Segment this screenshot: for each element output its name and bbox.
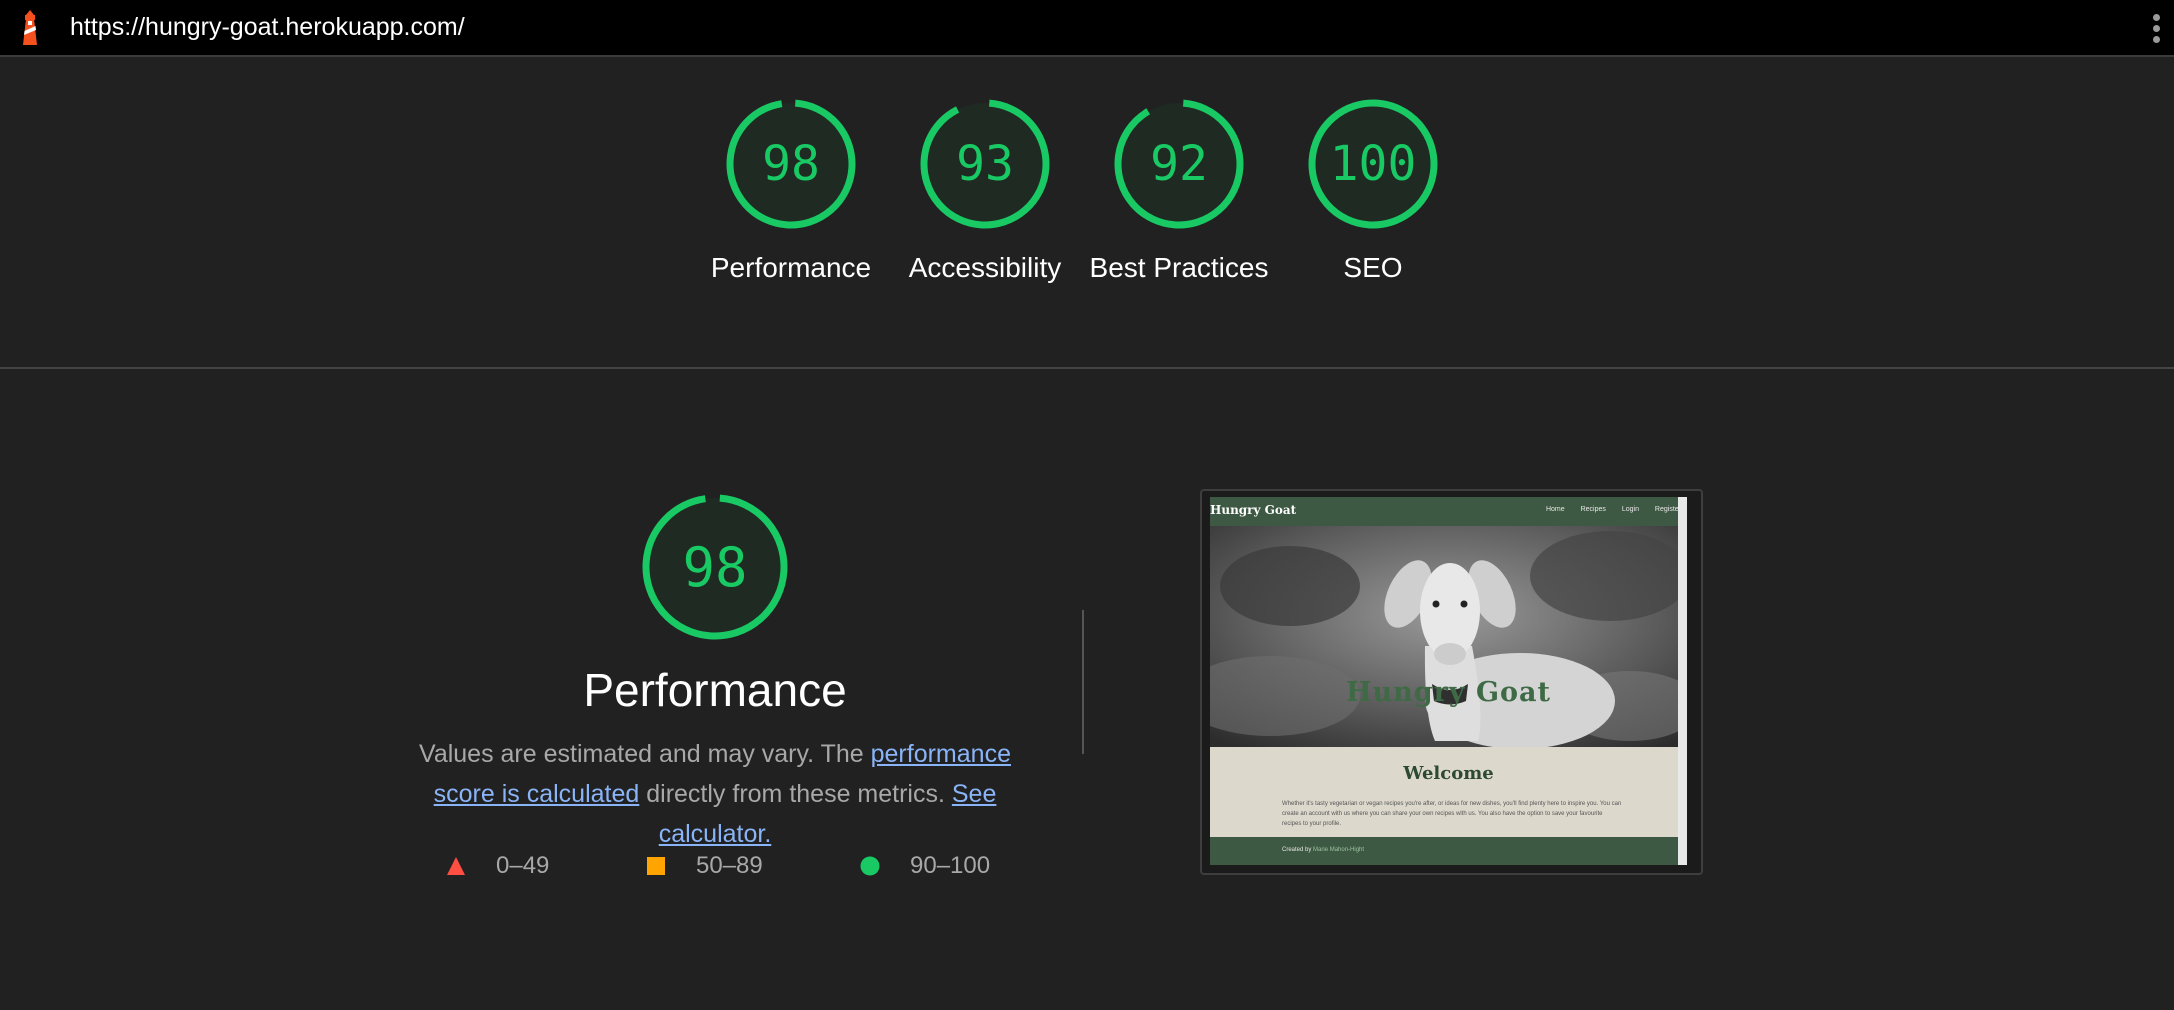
section-divider bbox=[0, 367, 2174, 369]
footer-author: Marie Mahon-Hight bbox=[1313, 847, 1365, 853]
gauge-best-practices-label: Best Practices bbox=[1089, 252, 1269, 283]
lighthouse-icon bbox=[23, 10, 37, 45]
performance-score-large: 98 bbox=[682, 536, 748, 599]
gauge-accessibility-score: 93 bbox=[956, 136, 1014, 192]
vertical-separator bbox=[1082, 610, 1084, 754]
circle-icon bbox=[860, 856, 880, 876]
site-welcome-heading: Welcome bbox=[1403, 763, 1494, 784]
gauge-best-practices[interactable]: 92 bbox=[1114, 99, 1244, 229]
gauge-best-practices-score: 92 bbox=[1150, 136, 1208, 192]
gauge-accessibility[interactable]: 93 bbox=[920, 99, 1050, 229]
screenshot-scrollbar bbox=[1678, 497, 1687, 865]
performance-gauge-large: 98 bbox=[640, 492, 790, 642]
gauge-seo[interactable]: 100 bbox=[1308, 99, 1438, 229]
gauge-accessibility-label: Accessibility bbox=[908, 252, 1062, 283]
goat-hero-image bbox=[1210, 526, 1687, 747]
square-icon bbox=[647, 857, 665, 875]
gauge-seo-score: 100 bbox=[1329, 136, 1417, 192]
top-bar: https://hungry-goat.herokuapp.com/ bbox=[0, 0, 2174, 57]
site-nav-login: Login bbox=[1621, 506, 1639, 513]
gauge-performance-label: Performance bbox=[710, 252, 872, 283]
more-options-icon[interactable] bbox=[2150, 14, 2162, 46]
site-nav-recipes: Recipes bbox=[1580, 506, 1606, 513]
legend-fail-range: 0–49 bbox=[496, 852, 550, 879]
gauge-seo-label: SEO bbox=[1343, 252, 1403, 283]
site-footer-text: Created by Marie Mahon-Hight bbox=[1282, 847, 1364, 853]
site-nav-links: Home Recipes Login Register bbox=[1532, 506, 1681, 513]
site-nav-home: Home bbox=[1545, 506, 1565, 513]
triangle-icon bbox=[447, 857, 465, 875]
site-brand: Hungry Goat bbox=[1210, 503, 1297, 517]
site-navbar: Hungry Goat Home Recipes Login Register bbox=[1210, 497, 1687, 526]
description-text-1: Values are estimated and may vary. The bbox=[419, 740, 871, 768]
legend-pass-range: 90–100 bbox=[910, 852, 991, 879]
performance-description: Values are estimated and may vary. The p… bbox=[390, 734, 1040, 854]
description-text-2: directly from these metrics. bbox=[639, 780, 952, 808]
gauge-performance[interactable]: 98 bbox=[726, 99, 856, 229]
legend-average-range: 50–89 bbox=[696, 852, 763, 879]
final-screenshot[interactable]: Hungry Goat Home Recipes Login Register bbox=[1210, 497, 1687, 865]
site-welcome-text: Whether it's tasty vegetarian or vegan r… bbox=[1282, 801, 1622, 827]
report-url[interactable]: https://hungry-goat.herokuapp.com/ bbox=[70, 13, 465, 42]
footer-prefix: Created by bbox=[1282, 847, 1312, 853]
site-hero-title: Hungry Goat bbox=[1346, 677, 1551, 708]
gauge-performance-score: 98 bbox=[762, 136, 820, 192]
site-footer: Created by Marie Mahon-Hight bbox=[1210, 837, 1687, 865]
